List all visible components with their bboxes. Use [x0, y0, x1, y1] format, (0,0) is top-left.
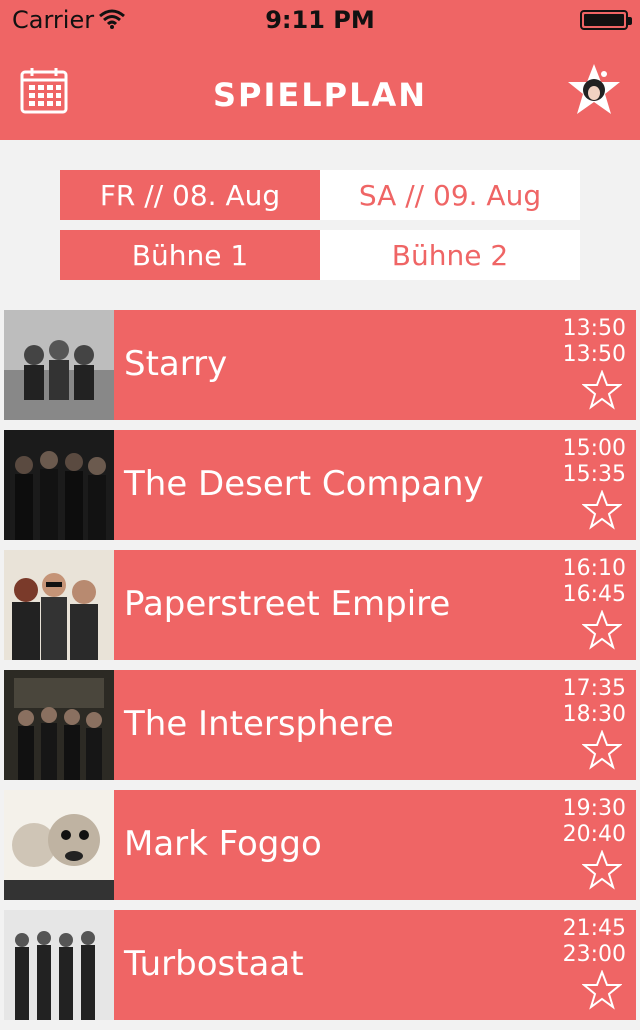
favorite-star-icon[interactable]: [582, 850, 622, 890]
act-times: 13:50 13:50: [563, 316, 626, 368]
favorite-star-icon[interactable]: [582, 970, 622, 1010]
day-tab-friday[interactable]: FR // 08. Aug: [60, 170, 320, 220]
act-start-time: 21:45: [562, 916, 626, 941]
stage-tab-1[interactable]: Bühne 1: [60, 230, 320, 280]
act-times: 17:35 18:30: [563, 676, 626, 728]
day-tab-saturday[interactable]: SA // 09. Aug: [320, 170, 580, 220]
act-row[interactable]: Turbostaat 21:45 23:00: [4, 910, 636, 1020]
band-photo: [4, 310, 114, 420]
act-times: 15:00 15:35: [563, 436, 626, 488]
battery-icon: [580, 10, 632, 30]
band-photo: [4, 430, 114, 540]
act-start-time: 19:30: [562, 796, 626, 821]
act-list: Starry 13:50 13:50 The Desert Company 15…: [4, 310, 636, 1030]
act-end-time: 15:35: [562, 462, 626, 487]
status-bar: Carrier 9:11 PM: [0, 0, 640, 40]
band-photo: [4, 910, 114, 1020]
favorite-star-icon[interactable]: [582, 490, 622, 530]
favorites-star-avatar-icon[interactable]: [566, 62, 622, 118]
favorite-star-icon[interactable]: [582, 610, 622, 650]
act-name: Mark Foggo: [124, 824, 322, 864]
act-name: Starry: [124, 344, 228, 384]
band-photo: [4, 550, 114, 660]
act-start-time: 13:50: [562, 316, 626, 341]
act-times: 21:45 23:00: [563, 916, 626, 968]
act-row[interactable]: Starry 13:50 13:50: [4, 310, 636, 420]
act-start-time: 16:10: [562, 556, 626, 581]
act-end-time: 23:00: [562, 942, 626, 967]
favorite-star-icon[interactable]: [582, 730, 622, 770]
act-name: Paperstreet Empire: [124, 584, 451, 624]
act-times: 19:30 20:40: [563, 796, 626, 848]
act-times: 16:10 16:45: [563, 556, 626, 608]
act-row[interactable]: The Intersphere 17:35 18:30: [4, 670, 636, 780]
stage-selector: Bühne 1 Bühne 2: [60, 230, 580, 280]
act-name: The Desert Company: [124, 464, 484, 504]
top-bar: Carrier 9:11 PM SPIELPLAN: [0, 0, 640, 140]
act-name: The Intersphere: [124, 704, 394, 744]
band-photo: [4, 670, 114, 780]
act-name: Turbostaat: [124, 944, 304, 984]
act-row[interactable]: The Desert Company 15:00 15:35: [4, 430, 636, 540]
favorite-star-icon[interactable]: [582, 370, 622, 410]
act-row[interactable]: Paperstreet Empire 16:10 16:45: [4, 550, 636, 660]
act-end-time: 18:30: [562, 702, 626, 727]
act-end-time: 13:50: [562, 342, 626, 367]
page-title: SPIELPLAN: [212, 76, 428, 114]
act-start-time: 15:00: [562, 436, 626, 461]
act-start-time: 17:35: [562, 676, 626, 701]
act-row[interactable]: Mark Foggo 19:30 20:40: [4, 790, 636, 900]
act-end-time: 16:45: [562, 582, 626, 607]
day-selector: FR // 08. Aug SA // 09. Aug: [60, 170, 580, 220]
status-time: 9:11 PM: [265, 6, 375, 34]
stage-tab-2[interactable]: Bühne 2: [320, 230, 580, 280]
band-photo: [4, 790, 114, 900]
act-end-time: 20:40: [562, 822, 626, 847]
